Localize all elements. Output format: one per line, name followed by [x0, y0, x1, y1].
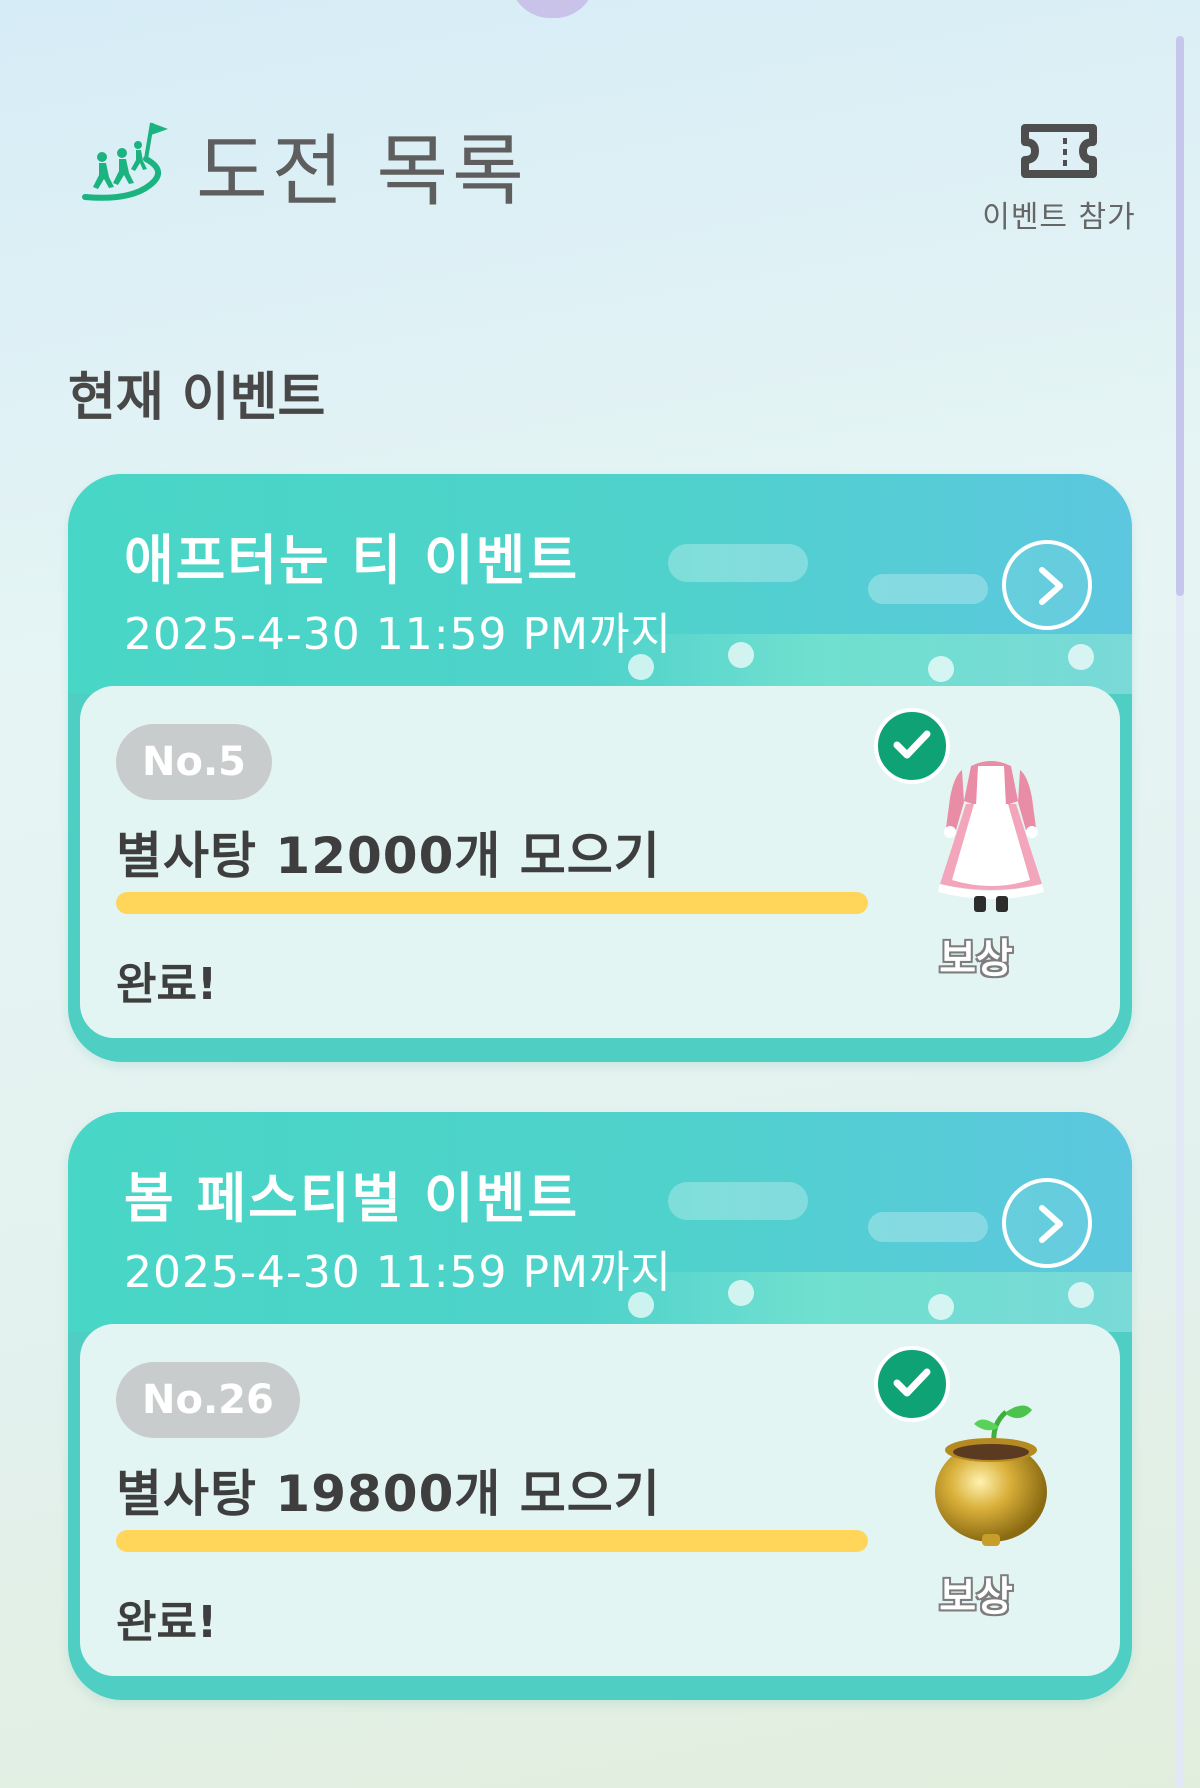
- event-deadline: 2025-4-30 11:59 PM까지: [124, 609, 672, 660]
- flower-decoration: [928, 656, 954, 682]
- mission-number-badge: No.5: [116, 724, 272, 800]
- chevron-right-icon: [1039, 567, 1063, 605]
- event-detail-button[interactable]: [1002, 1178, 1092, 1268]
- event-join-button[interactable]: 이벤트 참가: [974, 122, 1144, 236]
- flower-decoration: [1068, 644, 1094, 670]
- event-name: 애프터눈 티 이벤트: [124, 529, 580, 592]
- flower-decoration: [728, 642, 754, 668]
- running-people-flag-icon: [82, 122, 168, 201]
- flower-decoration: [1068, 1282, 1094, 1308]
- cloud-decoration: [668, 1182, 808, 1220]
- cloud-decoration: [668, 544, 808, 582]
- event-deadline: 2025-4-30 11:59 PM까지: [124, 1247, 672, 1298]
- flower-decoration: [728, 1280, 754, 1306]
- mission-status: 완료!: [116, 959, 218, 1010]
- scrollbar-thumb[interactable]: [1176, 36, 1184, 596]
- event-card[interactable]: 봄 페스티벌 이벤트 2025-4-30 11:59 PM까지 No.26 별사…: [68, 1112, 1132, 1700]
- cloud-decoration: [868, 1212, 988, 1242]
- mission-panel: No.5 별사탕 12000개 모으기 완료! 보상: [80, 686, 1120, 1038]
- event-join-label: 이벤트 참가: [982, 200, 1136, 235]
- golden-pot-sprout-icon[interactable]: [926, 1384, 1056, 1554]
- reward-label: 보상: [939, 1574, 1013, 1620]
- cloud-decoration: [868, 574, 988, 604]
- page-title: 도전 목록: [196, 127, 528, 217]
- page-header: 도전 목록: [80, 110, 528, 220]
- mission-title: 별사탕 12000개 모으기: [116, 827, 661, 885]
- mission-progress-fill: [116, 892, 868, 914]
- mission-number-badge: No.26: [116, 1362, 300, 1438]
- mission-title: 별사탕 19800개 모으기: [116, 1465, 661, 1523]
- top-handle: [510, 0, 595, 18]
- mission-panel: No.26 별사탕 19800개 모으기 완료! 보상: [80, 1324, 1120, 1676]
- mission-progress-bar: [116, 892, 868, 914]
- mission-status: 완료!: [116, 1597, 218, 1648]
- event-name: 봄 페스티벌 이벤트: [124, 1167, 580, 1230]
- event-card[interactable]: 애프터눈 티 이벤트 2025-4-30 11:59 PM까지 No.5 별사탕…: [68, 474, 1132, 1062]
- reward-label: 보상: [939, 936, 1013, 982]
- chevron-right-icon: [1039, 1205, 1063, 1243]
- mission-progress-bar: [116, 1530, 868, 1552]
- ticket-icon: [1021, 124, 1097, 178]
- mission-progress-fill: [116, 1530, 868, 1552]
- flower-decoration: [928, 1294, 954, 1320]
- section-title: 현재 이벤트: [68, 368, 326, 428]
- event-detail-button[interactable]: [1002, 540, 1092, 630]
- maid-outfit-icon[interactable]: [926, 746, 1056, 916]
